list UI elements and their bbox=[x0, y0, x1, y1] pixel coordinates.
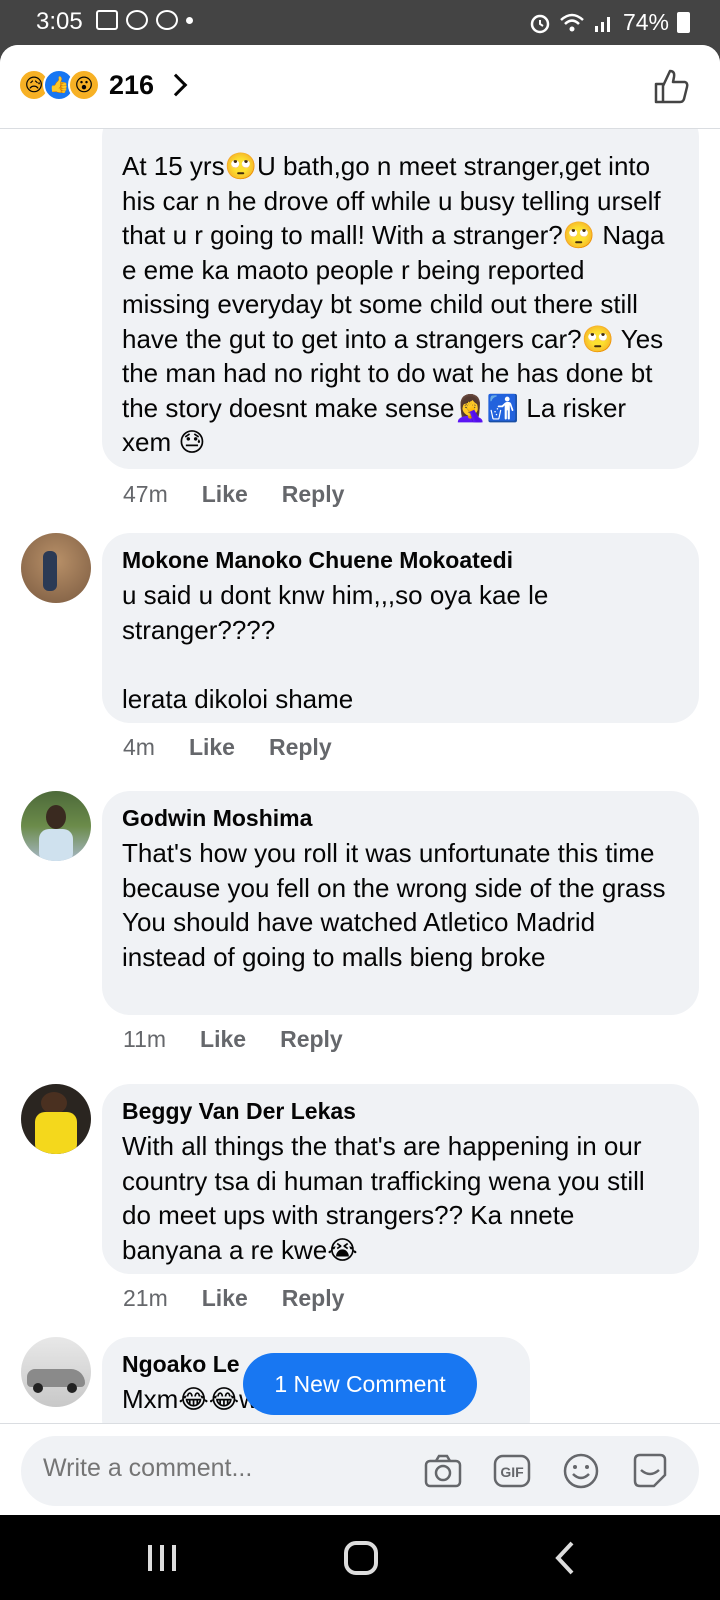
gif-icon[interactable]: GIF bbox=[491, 1450, 533, 1492]
composer-box: GIF bbox=[21, 1436, 699, 1506]
battery-icon bbox=[677, 12, 690, 33]
comment-bubble[interactable]: Mokone Manoko Chuene Mokoatedi u said u … bbox=[102, 533, 699, 723]
battery-percent: 74% bbox=[622, 9, 669, 35]
avatar[interactable] bbox=[21, 1084, 91, 1154]
back-icon[interactable] bbox=[546, 1541, 586, 1575]
like-button-icon[interactable] bbox=[652, 67, 690, 105]
comment-time: 4m bbox=[123, 734, 155, 760]
comment-time: 47m bbox=[123, 481, 168, 507]
comment-meta: 11m Like Reply bbox=[123, 1026, 343, 1053]
wow-reaction-icon: 😮 bbox=[68, 69, 100, 101]
recent-apps-icon[interactable] bbox=[142, 1541, 182, 1575]
comment-meta: 21m Like Reply bbox=[123, 1285, 344, 1312]
status-time: 3:05 bbox=[36, 8, 83, 35]
like-link[interactable]: Like bbox=[202, 481, 248, 508]
comment-list: At 15 yrs🙄U bath,go n meet stranger,get … bbox=[0, 129, 720, 1423]
comment-text: That's how you roll it was unfortunate t… bbox=[122, 838, 666, 972]
comment-author[interactable]: Mokone Manoko Chuene Mokoatedi bbox=[122, 547, 679, 574]
like-link[interactable]: Like bbox=[189, 734, 235, 761]
signal-icon bbox=[594, 16, 610, 32]
comment-text: u said u dont knw him,,,so oya kae le st… bbox=[122, 580, 549, 714]
chevron-right-icon bbox=[164, 73, 188, 97]
alarm-icon bbox=[530, 14, 550, 33]
gallery-icon bbox=[96, 10, 118, 30]
avatar[interactable] bbox=[21, 533, 91, 603]
status-right: 74% bbox=[529, 9, 690, 36]
reaction-count: 216 bbox=[109, 69, 155, 100]
avatar[interactable] bbox=[21, 1337, 91, 1407]
comment-meta: 4m Like Reply bbox=[123, 734, 332, 761]
wifi-icon bbox=[560, 13, 584, 31]
comment-meta: 47m Like Reply bbox=[123, 481, 344, 508]
comment-bubble[interactable]: Godwin Moshima That's how you roll it wa… bbox=[102, 791, 699, 1015]
reactions-header: 😥 👍 😮 216 bbox=[0, 45, 720, 129]
reactions-summary[interactable]: 😥 👍 😮 216 bbox=[18, 69, 188, 101]
reply-link[interactable]: Reply bbox=[282, 481, 345, 508]
reply-link[interactable]: Reply bbox=[280, 1026, 343, 1053]
comment-composer: GIF bbox=[0, 1423, 720, 1515]
comment-time: 21m bbox=[123, 1285, 168, 1311]
sticker-icon[interactable] bbox=[629, 1450, 671, 1492]
chat-icon bbox=[126, 10, 148, 30]
svg-text:GIF: GIF bbox=[500, 1464, 524, 1480]
home-icon[interactable] bbox=[342, 1541, 382, 1575]
comment-author[interactable]: Beggy Van Der Lekas bbox=[122, 1098, 679, 1125]
comment-author[interactable]: Godwin Moshima bbox=[122, 805, 679, 832]
avatar[interactable] bbox=[21, 791, 91, 861]
more-notifications-icon bbox=[186, 16, 193, 24]
comment-time: 11m bbox=[123, 1026, 167, 1052]
camera-icon[interactable] bbox=[422, 1450, 464, 1492]
comment-bubble[interactable]: Beggy Van Der Lekas With all things the … bbox=[102, 1084, 699, 1274]
status-bar: 3:05 74% bbox=[0, 0, 720, 45]
comment-input[interactable] bbox=[43, 1454, 423, 1483]
like-link[interactable]: Like bbox=[200, 1026, 246, 1053]
new-comment-button[interactable]: 1 New Comment bbox=[243, 1353, 477, 1415]
whatsapp-icon bbox=[156, 10, 178, 30]
system-nav-bar bbox=[0, 1515, 720, 1600]
notification-icons bbox=[96, 10, 193, 30]
comment-text: With all things the that's are happening… bbox=[122, 1131, 652, 1265]
comments-sheet: 😥 👍 😮 216 At 15 yrs🙄U bath,go n meet str… bbox=[0, 45, 720, 1515]
like-link[interactable]: Like bbox=[202, 1285, 248, 1312]
comment-bubble[interactable]: At 15 yrs🙄U bath,go n meet stranger,get … bbox=[102, 129, 699, 469]
reply-link[interactable]: Reply bbox=[269, 734, 332, 761]
emoji-icon[interactable] bbox=[560, 1450, 602, 1492]
reply-link[interactable]: Reply bbox=[282, 1285, 345, 1312]
comment-text: At 15 yrs🙄U bath,go n meet stranger,get … bbox=[122, 151, 672, 457]
